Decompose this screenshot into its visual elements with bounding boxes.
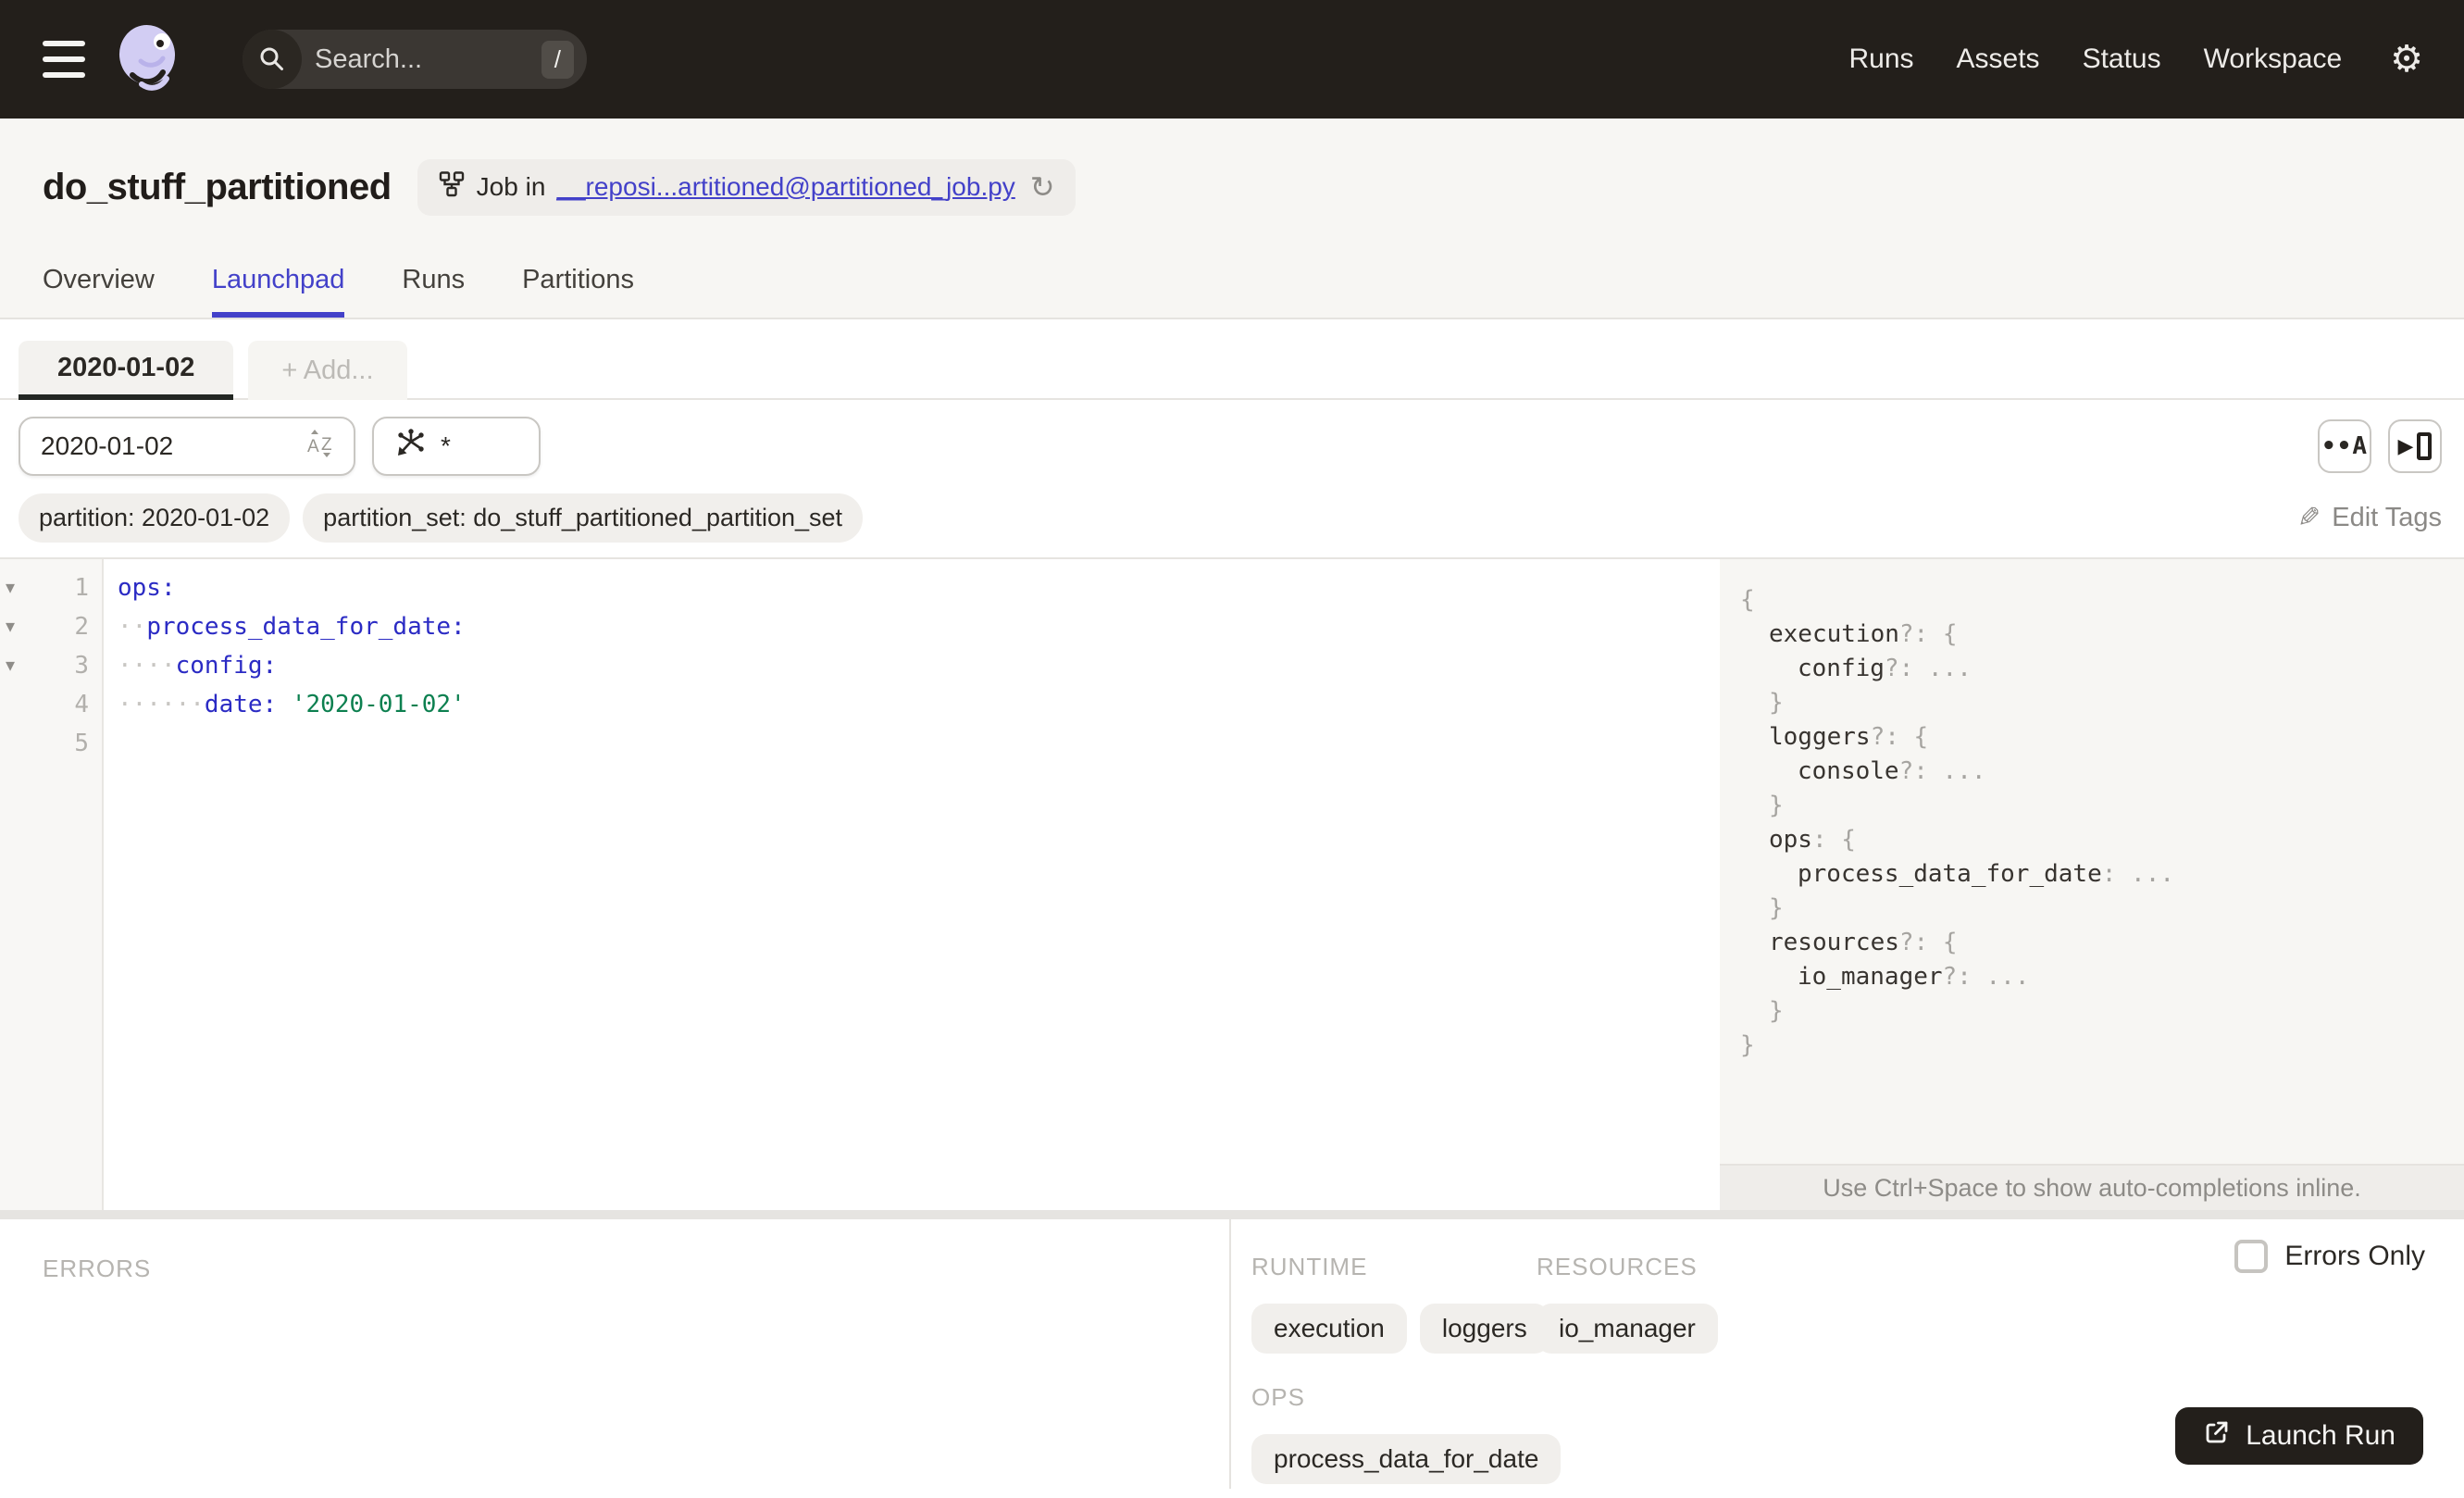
line-number: 4 — [74, 691, 89, 718]
config-tab-strip: 2020-01-02 + Add... — [0, 319, 2464, 400]
editor-line: ▾ 3 ····config: — [0, 646, 1720, 685]
job-origin-prefix: Job in — [476, 172, 546, 201]
autocomplete-hint: Use Ctrl+Space to show auto-completions … — [1720, 1164, 2464, 1210]
sort-alphabetical-icon: A Z — [305, 428, 337, 466]
chip-process-data-for-date[interactable]: process_data_for_date — [1251, 1434, 1562, 1484]
job-graph-icon — [438, 170, 466, 205]
errors-only-toggle[interactable]: Errors Only — [2234, 1240, 2425, 1273]
job-origin-pill: Job in __reposi...artitioned@partitioned… — [417, 158, 1076, 216]
line-number: 5 — [74, 730, 89, 757]
tags-row: partition: 2020-01-02 partition_set: do_… — [0, 493, 2464, 557]
add-config-tab-button[interactable]: + Add... — [248, 341, 407, 400]
chip-loggers[interactable]: loggers — [1419, 1304, 1549, 1354]
tag-partition: partition: 2020-01-02 — [19, 493, 291, 543]
errors-only-checkbox[interactable] — [2234, 1240, 2269, 1273]
nav-runs[interactable]: Runs — [1848, 44, 1913, 75]
whitespace-icon: ••A — [2321, 432, 2368, 460]
launch-run-label: Launch Run — [2246, 1420, 2396, 1451]
menu-icon[interactable] — [43, 41, 85, 78]
global-search: / — [243, 30, 587, 89]
top-nav: Runs Assets Status Workspace — [1848, 44, 2342, 75]
resources-label: RESOURCES — [1537, 1253, 1698, 1280]
expand-panel-icon: ▶ — [2398, 432, 2433, 460]
editor-line: ▾ 1 ops: — [0, 568, 1720, 607]
toggle-config-panel-button[interactable]: ▶ — [2388, 419, 2442, 473]
config-overview-section: RUNTIME execution loggers RESOURCES io_m… — [1231, 1219, 2464, 1489]
errors-section: ERRORS — [0, 1219, 1231, 1489]
tab-launchpad[interactable]: Launchpad — [211, 265, 345, 318]
op-selector-value: * — [441, 431, 451, 460]
editor-line: 5 — [0, 724, 1720, 763]
job-tabs: Overview Launchpad Runs Partitions — [0, 265, 2464, 318]
launch-icon — [2203, 1418, 2231, 1454]
tab-overview[interactable]: Overview — [43, 265, 155, 318]
nav-workspace[interactable]: Workspace — [2204, 44, 2343, 75]
top-bar: / Runs Assets Status Workspace ⚙ — [0, 0, 2464, 119]
chip-execution[interactable]: execution — [1251, 1304, 1407, 1354]
chip-io-manager[interactable]: io_manager — [1537, 1304, 1718, 1354]
runtime-label: RUNTIME — [1251, 1253, 1368, 1280]
page-header: do_stuff_partitioned Job in __reposi...a… — [0, 119, 2464, 319]
config-workspace: ▾ 1 ops: ▾ 2 ··process_data_for_date: ▾ … — [0, 557, 2464, 1210]
nav-assets[interactable]: Assets — [1957, 44, 2040, 75]
partition-select-value: 2020-01-02 — [41, 431, 174, 460]
page-title: do_stuff_partitioned — [43, 166, 392, 207]
settings-gear-icon[interactable]: ⚙ — [2390, 41, 2423, 78]
line-number: 3 — [74, 652, 89, 680]
launch-run-button[interactable]: Launch Run — [2175, 1407, 2423, 1465]
fold-arrow-icon — [0, 724, 31, 763]
job-origin-link[interactable]: __reposi...artitioned@partitioned_job.py — [556, 172, 1014, 202]
editor-line: ▾ 2 ··process_data_for_date: — [0, 607, 1720, 646]
line-number: 2 — [74, 613, 89, 641]
toggle-whitespace-button[interactable]: ••A — [2318, 419, 2371, 473]
tab-runs[interactable]: Runs — [402, 265, 465, 318]
search-input[interactable] — [302, 44, 541, 75]
yaml-config-editor[interactable]: ▾ 1 ops: ▾ 2 ··process_data_for_date: ▾ … — [0, 559, 1720, 1210]
fold-arrow-icon[interactable]: ▾ — [0, 568, 31, 607]
tag-partition-set: partition_set: do_stuff_partitioned_part… — [303, 493, 864, 543]
edit-tags-button[interactable]: ✎ Edit Tags — [2297, 503, 2442, 533]
nav-status[interactable]: Status — [2083, 44, 2161, 75]
horizontal-splitter[interactable] — [0, 1210, 2464, 1219]
editor-line: 4 ······date: '2020-01-02' — [0, 685, 1720, 724]
dagster-logo-icon[interactable] — [113, 22, 183, 97]
reload-icon[interactable]: ↻ — [1030, 172, 1055, 202]
fold-arrow-icon[interactable]: ▾ — [0, 646, 31, 685]
op-selector-icon — [394, 427, 428, 467]
op-selector[interactable]: * — [372, 417, 541, 476]
edit-tags-label: Edit Tags — [2332, 503, 2442, 532]
config-schema-panel: { execution?: { config?: ... } loggers?:… — [1720, 559, 2464, 1210]
errors-only-label: Errors Only — [2284, 1241, 2425, 1271]
line-number: 1 — [74, 574, 89, 602]
pencil-icon: ✎ — [2297, 502, 2321, 533]
bottom-panel: ERRORS RUNTIME execution loggers RESOURC… — [0, 1219, 2464, 1489]
launchpad-toolbar: 2020-01-02 A Z * ••A ▶ — [0, 400, 2464, 493]
config-tab-2020-01-02[interactable]: 2020-01-02 — [19, 341, 234, 400]
partition-select[interactable]: 2020-01-02 A Z — [19, 417, 355, 476]
search-icon — [243, 30, 302, 89]
fold-arrow-icon[interactable]: ▾ — [0, 607, 31, 646]
svg-text:A: A — [307, 437, 319, 456]
svg-text:Z: Z — [321, 435, 332, 455]
search-shortcut-badge: / — [541, 40, 574, 79]
fold-arrow-icon — [0, 685, 31, 724]
errors-label: ERRORS — [43, 1255, 152, 1282]
tab-partitions[interactable]: Partitions — [522, 265, 634, 318]
